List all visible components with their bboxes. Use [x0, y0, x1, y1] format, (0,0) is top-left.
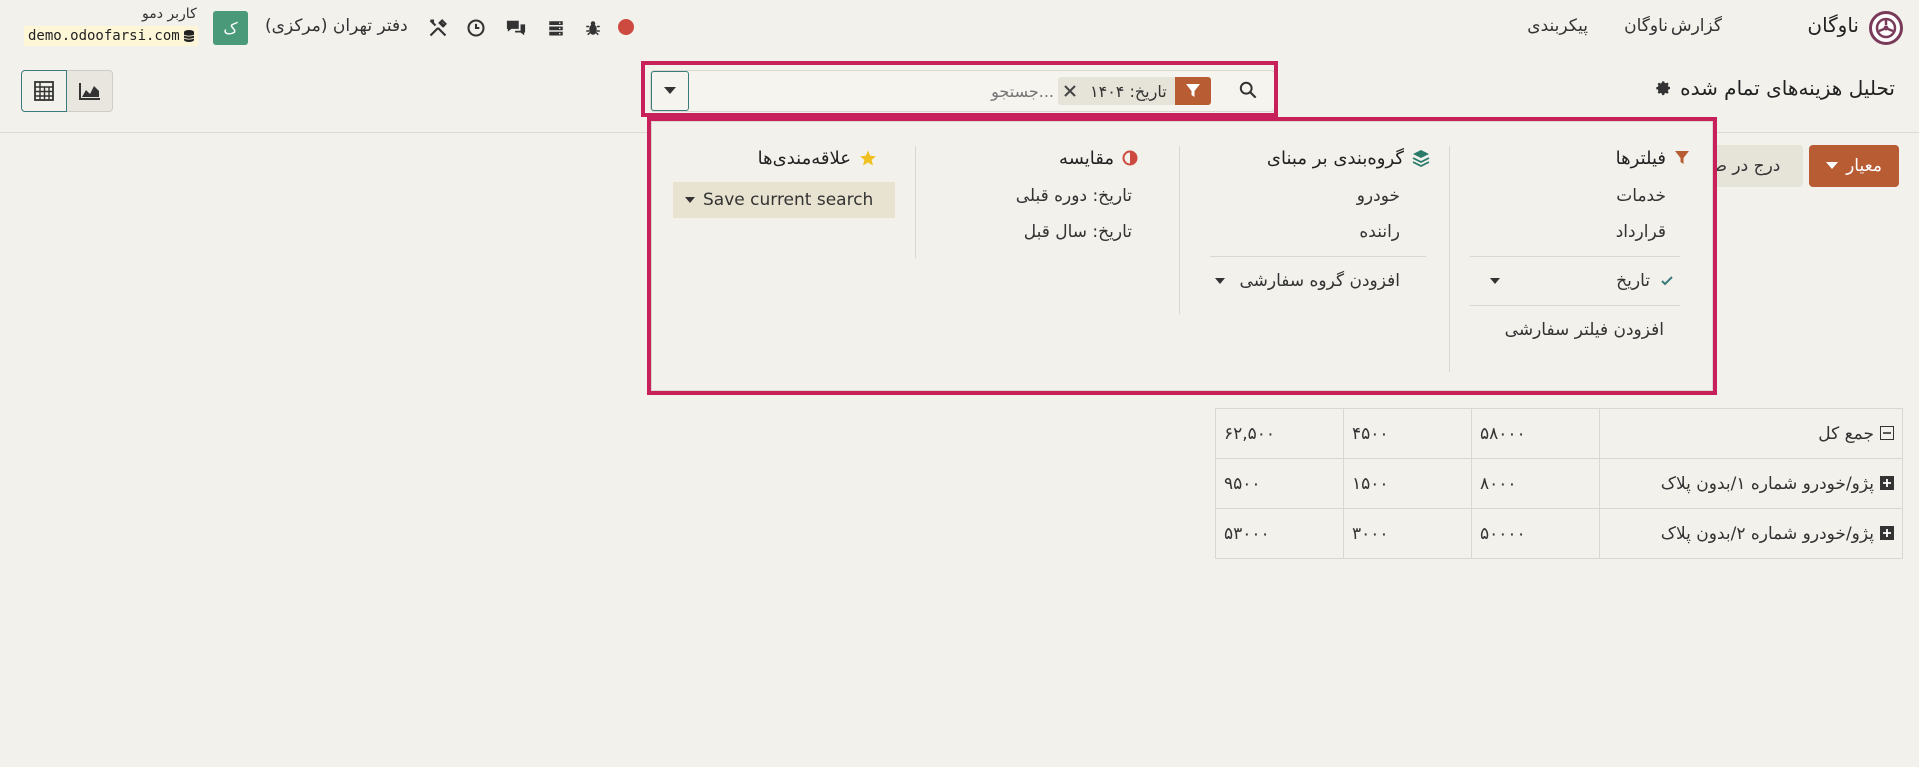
table-row: ۵۳۰۰۰ ۳۰۰۰ ۵۰۰۰۰ پژو/خودرو شماره ۲/بدون … [1215, 508, 1903, 559]
table-cell[interactable]: ۶۲,۵۰۰ [1215, 408, 1344, 459]
nav-menu-report[interactable]: گزارش [1671, 16, 1722, 36]
server-icon[interactable] [544, 16, 568, 40]
plus-square-icon [1880, 525, 1894, 540]
table-cell[interactable]: ۵۰۰۰۰ [1471, 508, 1600, 559]
view-switcher [21, 70, 113, 112]
table-cell[interactable]: ۴۵۰۰ [1343, 408, 1472, 459]
app-logo-icon[interactable] [1869, 11, 1903, 45]
page-title: تحلیل هزینه‌های تمام شده [1680, 76, 1895, 100]
row-header-label: پژو/خودرو شماره ۲/بدون پلاک [1660, 523, 1874, 544]
nav-app-name[interactable]: ناوگان [1807, 13, 1859, 37]
nav-menu-fleet[interactable]: ناوگان [1624, 16, 1668, 36]
caret-down-icon [1826, 162, 1839, 169]
table-cell[interactable]: ۵۸۰۰۰ [1471, 408, 1600, 459]
table-cell[interactable]: ۹۵۰۰ [1215, 458, 1344, 509]
table-cell[interactable]: ۸۰۰۰ [1471, 458, 1600, 509]
db-name-text: demo.odoofarsi.com [28, 28, 180, 44]
row-header[interactable]: جمع کل [1599, 408, 1903, 459]
nav-menu-config[interactable]: پیکربندی [1527, 16, 1588, 36]
record-dot-icon[interactable] [618, 19, 634, 35]
chat-icon[interactable] [504, 16, 528, 40]
plus-square-icon [1880, 475, 1894, 490]
table-cell[interactable]: ۳۰۰۰ [1343, 508, 1472, 559]
row-header[interactable]: پژو/خودرو شماره ۲/بدون پلاک [1599, 508, 1903, 559]
table-cell[interactable]: ۵۳۰۰۰ [1215, 508, 1344, 559]
database-icon [183, 30, 194, 42]
bug-icon[interactable] [581, 16, 605, 40]
graph-view-icon [78, 83, 100, 100]
dropdown-highlight-box [647, 117, 1717, 395]
gear-icon[interactable] [1656, 80, 1672, 96]
measure-label: معیار [1846, 156, 1882, 176]
minus-square-icon [1880, 425, 1894, 440]
tools-icon[interactable] [426, 16, 450, 40]
db-name: demo.odoofarsi.com [24, 26, 198, 46]
pivot-table: ۶۲,۵۰۰ ۴۵۰۰ ۵۸۰۰۰ جمع کل ۹۵۰۰ ۱۵۰۰ ۸۰۰۰ … [1215, 408, 1903, 559]
table-row: ۶۲,۵۰۰ ۴۵۰۰ ۵۸۰۰۰ جمع کل [1215, 408, 1903, 459]
table-row: ۹۵۰۰ ۱۵۰۰ ۸۰۰۰ پژو/خودرو شماره ۱/بدون پل… [1215, 458, 1903, 509]
breadcrumb: تحلیل هزینه‌های تمام شده [1656, 76, 1895, 100]
row-header-label: پژو/خودرو شماره ۱/بدون پلاک [1660, 473, 1874, 494]
row-header-label: جمع کل [1818, 423, 1874, 444]
company-switcher[interactable]: دفتر تهران (مرکزی) [265, 16, 408, 36]
table-cell[interactable]: ۱۵۰۰ [1343, 458, 1472, 509]
avatar[interactable]: ک [213, 11, 248, 45]
row-header[interactable]: پژو/خودرو شماره ۱/بدون پلاک [1599, 458, 1903, 509]
clock-icon[interactable] [464, 16, 488, 40]
pivot-view-button[interactable] [21, 70, 67, 112]
graph-view-button[interactable] [67, 70, 113, 112]
search-highlight-box [641, 61, 1278, 117]
user-name[interactable]: کاربر دمو [142, 6, 197, 22]
pivot-view-icon [34, 81, 54, 101]
top-navbar: ناوگان ناوگان گزارش پیکربندی دفتر تهران … [0, 0, 1919, 56]
measure-button[interactable]: معیار [1809, 145, 1899, 187]
